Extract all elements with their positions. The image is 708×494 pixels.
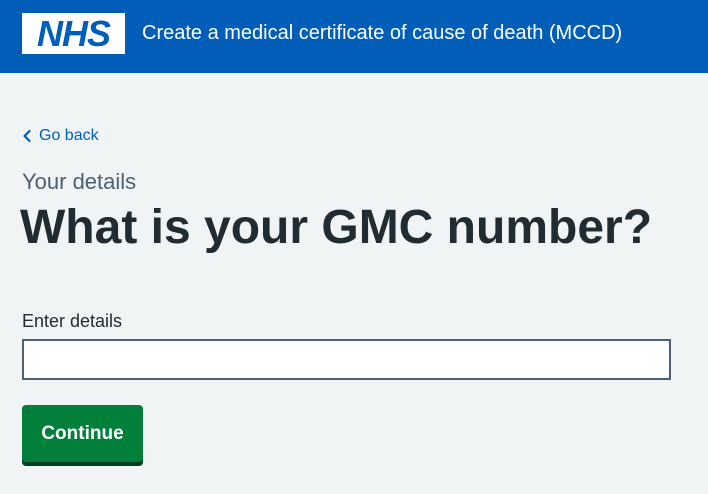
site-header: NHS Create a medical certificate of caus… — [0, 0, 708, 73]
continue-button[interactable]: Continue — [22, 405, 143, 462]
page-caption: Your details — [22, 169, 137, 194]
chevron-left-icon — [23, 129, 31, 143]
nhs-logo-text: NHS — [36, 12, 111, 54]
back-link-label: Go back — [39, 127, 99, 144]
service-name[interactable]: Create a medical certificate of cause of… — [142, 20, 622, 46]
page-title: What is your GMC number? — [20, 201, 653, 254]
back-link[interactable]: Go back — [22, 126, 99, 146]
field-label: Enter details — [22, 311, 123, 331]
nhs-logo[interactable]: NHS — [22, 13, 125, 54]
gmc-number-input[interactable] — [22, 339, 671, 380]
